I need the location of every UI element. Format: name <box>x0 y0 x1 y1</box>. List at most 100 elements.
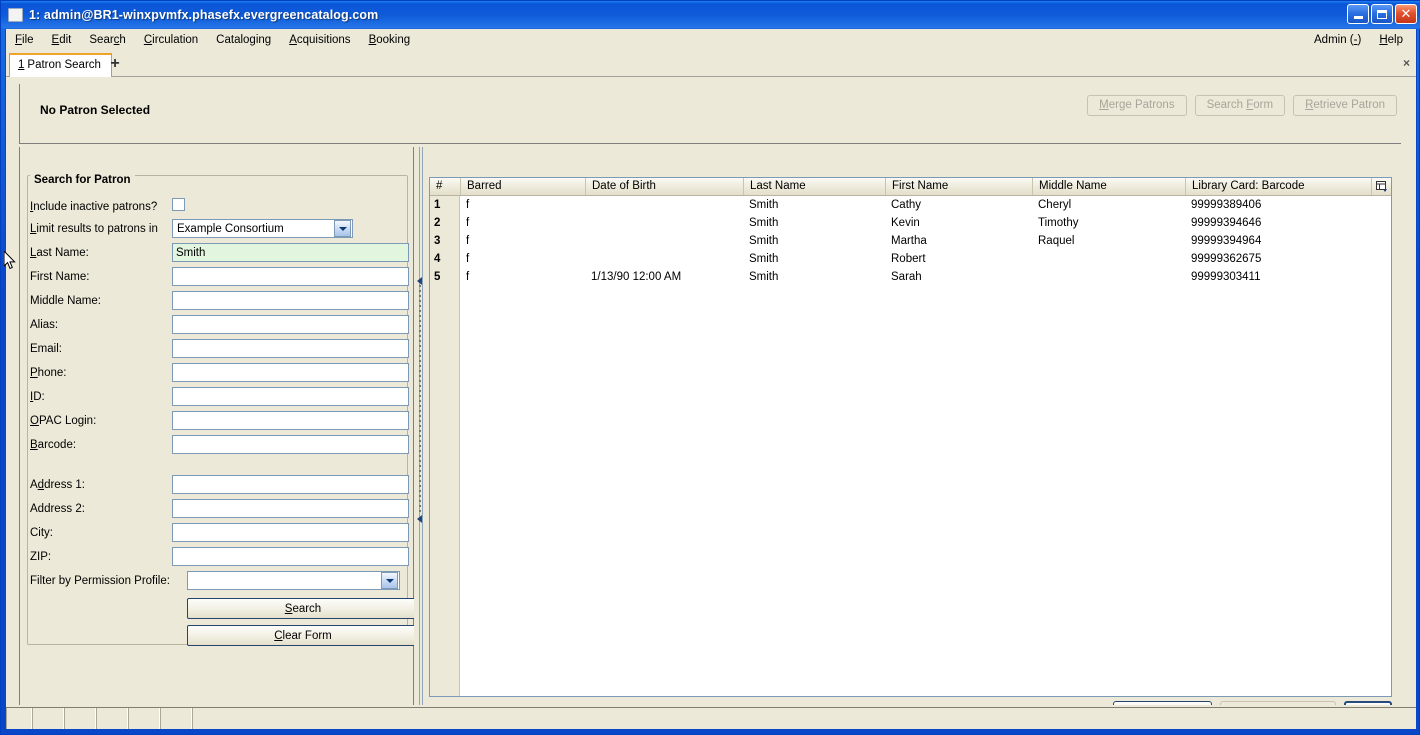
permission-profile-select[interactable] <box>187 571 400 590</box>
address1-label: Address 1: <box>30 479 85 491</box>
tab-patron-search[interactable]: 1 Patron Search <box>9 53 112 77</box>
minimize-icon <box>1353 16 1363 19</box>
table-cell-barcode: 99999389406 <box>1191 199 1262 211</box>
last-name-input[interactable] <box>172 243 409 262</box>
client-area: File Edit Search Circulation Cataloging … <box>5 29 1417 730</box>
splitter-line-right <box>422 147 423 725</box>
email-label: Email: <box>30 343 62 355</box>
column-header-last-name[interactable]: Last Name <box>743 178 885 195</box>
window-controls: ✕ <box>1347 4 1417 24</box>
city-input[interactable] <box>172 523 409 542</box>
table-cell-barred: f <box>466 253 470 265</box>
retrieve-patron-button[interactable]: Retrieve Patron <box>1293 95 1397 116</box>
table-cell-first: Sarah <box>891 271 922 283</box>
opac-login-label: OPAC Login: <box>30 415 97 427</box>
application-window: 1: admin@BR1-winxpvmfx.phasefx.evergreen… <box>0 0 1420 735</box>
middle-name-label: Middle Name: <box>30 295 101 307</box>
phone-row: Phone: <box>30 363 66 383</box>
include-inactive-row: Include inactive patrons? <box>30 197 157 217</box>
address1-row: Address 1: <box>30 475 85 495</box>
maximize-button[interactable] <box>1371 4 1393 24</box>
menu-cataloging[interactable]: Cataloging <box>207 32 280 48</box>
column-header-number[interactable]: # <box>430 178 460 195</box>
table-cell-barcode: 99999362675 <box>1191 253 1262 265</box>
clear-form-button[interactable]: Clear Form <box>187 625 419 646</box>
menu-file-label: ile <box>22 33 34 46</box>
id-input[interactable] <box>172 387 409 406</box>
permission-profile-label: Filter by Permission Profile: <box>30 575 170 587</box>
application-icon <box>8 8 23 22</box>
email-input[interactable] <box>172 339 409 358</box>
table-cell-num: 4 <box>434 253 441 265</box>
menu-search[interactable]: Search <box>80 32 134 48</box>
column-picker-icon[interactable] <box>1371 178 1391 195</box>
minimize-button[interactable] <box>1347 4 1369 24</box>
panel-splitter[interactable] <box>414 147 426 725</box>
menu-booking[interactable]: Booking <box>360 32 420 48</box>
barcode-input[interactable] <box>172 435 409 454</box>
table-cell-last: Smith <box>749 253 779 265</box>
address1-input[interactable] <box>172 475 409 494</box>
address2-input[interactable] <box>172 499 409 518</box>
first-name-input[interactable] <box>172 267 409 286</box>
status-bar <box>6 705 1416 729</box>
table-cell-first: Robert <box>891 253 926 265</box>
splitter-collapse-bottom-icon[interactable] <box>417 515 422 523</box>
close-tab-button[interactable]: × <box>1403 56 1410 70</box>
patron-status-label: No Patron Selected <box>40 103 151 117</box>
table-cell-num: 1 <box>434 199 441 211</box>
window-title: 1: admin@BR1-winxpvmfx.phasefx.evergreen… <box>29 8 379 22</box>
close-button[interactable]: ✕ <box>1395 4 1417 24</box>
zip-input[interactable] <box>172 547 409 566</box>
opac-login-input[interactable] <box>172 411 409 430</box>
status-cell-2 <box>32 708 64 729</box>
table-row[interactable]: 1 f Smith Cathy Cheryl 99999389406 <box>430 196 1391 214</box>
table-cell-num: 2 <box>434 217 441 229</box>
phone-label: Phone: <box>30 367 67 379</box>
alias-input[interactable] <box>172 315 409 334</box>
table-row[interactable]: 4 f Smith Robert 99999362675 <box>430 250 1391 268</box>
middle-name-row: Middle Name: <box>30 291 101 311</box>
column-header-barred[interactable]: Barred <box>460 178 585 195</box>
menu-edit[interactable]: Edit <box>43 32 81 48</box>
column-header-middle-name[interactable]: Middle Name <box>1032 178 1185 195</box>
include-inactive-label: Include inactive patrons? <box>30 201 158 213</box>
new-tab-button[interactable]: + <box>105 55 125 75</box>
phone-input[interactable] <box>172 363 409 382</box>
menu-file[interactable]: File <box>6 32 43 48</box>
include-inactive-checkbox[interactable] <box>172 198 185 211</box>
address2-label: Address 2: <box>30 503 85 515</box>
table-row[interactable]: 3 f Smith Martha Raquel 99999394964 <box>430 232 1391 250</box>
search-button[interactable]: Search <box>187 598 419 619</box>
table-cell-last: Smith <box>749 217 779 229</box>
limit-results-select[interactable]: Example Consortium <box>172 219 353 238</box>
search-panel: Search for Patron Include inactive patro… <box>19 147 419 725</box>
menu-help[interactable]: Help <box>1370 32 1412 48</box>
window-scrollbar[interactable] <box>1401 77 1415 725</box>
last-name-label: Last Name: <box>30 247 89 259</box>
column-header-library-card[interactable]: Library Card: Barcode <box>1185 178 1371 195</box>
table-cell-dob <box>585 196 743 214</box>
patron-summary-actions: Merge Patrons Search Form Retrieve Patro… <box>1087 95 1397 116</box>
menu-circulation[interactable]: Circulation <box>135 32 207 48</box>
merge-patrons-button[interactable]: Merge Patrons <box>1087 95 1187 116</box>
menu-admin[interactable]: Admin (-) <box>1305 32 1370 48</box>
table-cell-barred: f <box>466 199 470 211</box>
zip-row: ZIP: <box>30 547 51 567</box>
column-header-dob[interactable]: Date of Birth <box>585 178 743 195</box>
table-row[interactable]: 5 f 1/13/90 12:00 AM Smith Sarah 99999303411 <box>430 268 1391 286</box>
address2-row: Address 2: <box>30 499 85 519</box>
middle-name-input[interactable] <box>172 291 409 310</box>
status-cell-6 <box>160 708 192 729</box>
search-form-button[interactable]: Search Form <box>1194 95 1286 116</box>
table-cell-first: Martha <box>891 235 927 247</box>
permission-profile-row: Filter by Permission Profile: <box>30 571 170 591</box>
table-row[interactable]: 2 f Smith Kevin Timothy 99999394646 <box>430 214 1391 232</box>
table-cell-dob <box>585 232 743 250</box>
menu-acquisitions[interactable]: Acquisitions <box>280 32 359 48</box>
splitter-collapse-top-icon[interactable] <box>417 277 422 285</box>
status-cell-7 <box>192 708 1416 729</box>
column-header-first-name[interactable]: First Name <box>885 178 1032 195</box>
id-label: ID: <box>30 391 45 403</box>
limit-results-label: Limit results to patrons in <box>30 223 158 235</box>
